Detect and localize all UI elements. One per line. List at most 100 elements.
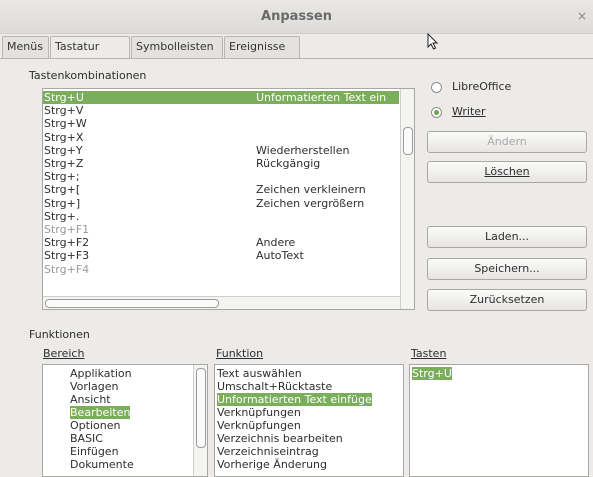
shortcut-row[interactable]: Strg+[ Zeichen verkleinern (43, 183, 399, 196)
shortcut-command: Andere (256, 236, 296, 250)
shortcut-key: Strg+F3 (44, 249, 90, 263)
category-item[interactable]: Vorlagen (70, 380, 118, 393)
delete-button[interactable]: Löschen (427, 161, 587, 183)
function-item[interactable]: Verzeichnis bearbeiten (217, 432, 343, 445)
shortcut-row[interactable]: Strg+U Unformatierten Text ein (43, 91, 399, 104)
category-item-text: Einfügen (70, 445, 119, 458)
shortcut-row[interactable]: Strg+X (43, 131, 399, 144)
shortcut-row[interactable]: Strg+] Zeichen vergrößern (43, 197, 399, 210)
shortcut-key: Strg+. (44, 209, 80, 223)
category-list[interactable]: Applikation Vorlagen Ansicht Bearbeiten Opti… (42, 364, 208, 477)
category-item-text: Bearbeiten (70, 406, 131, 419)
tab-toolbars[interactable]: Symbolleisten (131, 36, 223, 58)
shortcut-key: Strg+Z (44, 157, 84, 170)
shortcut-hscrollbar[interactable] (43, 296, 400, 309)
shortcut-row[interactable]: Strg+. (43, 210, 399, 223)
category-item[interactable]: Dokumente (70, 458, 134, 471)
shortcut-command: AutoText (256, 249, 304, 263)
shortcut-row[interactable]: Strg+F1 (43, 223, 399, 236)
shortcut-key: Strg+X (44, 130, 84, 144)
radio-libreoffice-label[interactable]: LibreOffice (452, 80, 511, 93)
shortcut-key: Strg+] (44, 196, 81, 210)
function-item-text: Verzeichnis bearbeiten (217, 432, 343, 445)
function-item[interactable]: Verknüpfungen (217, 406, 301, 419)
mouse-cursor-icon (427, 33, 439, 50)
reset-button[interactable]: Zurücksetzen (427, 289, 587, 311)
keys-list[interactable]: Strg+U (409, 364, 589, 477)
function-item[interactable]: Unformatierten Text einfüge (217, 393, 372, 406)
tab-keyboard[interactable]: Tastatur (50, 36, 130, 59)
shortcut-command: Zeichen vergrößern (256, 196, 365, 210)
shortcut-row[interactable]: Strg+Y Wiederherstellen (43, 144, 399, 157)
shortcut-key: Strg+W (44, 117, 87, 131)
function-item-text: Verzeichniseintrag (217, 445, 319, 458)
shortcut-row[interactable]: Strg+F4 (43, 263, 399, 276)
shortcut-list[interactable]: Strg+U Unformatierten Text ein Strg+V Strg+… (42, 88, 415, 310)
save-button[interactable]: Speichern... (427, 258, 587, 280)
load-button[interactable]: Laden... (427, 226, 587, 248)
tab-divider (0, 58, 593, 59)
function-label: Funktion (216, 347, 264, 360)
category-item[interactable]: Einfügen (70, 445, 119, 458)
functions-heading: Funktionen (29, 328, 90, 341)
function-item-text: Vorherige Änderung (217, 458, 327, 471)
shortcut-key: Strg+F2 (44, 236, 90, 250)
shortcut-command: Wiederherstellen (256, 143, 350, 157)
shortcuts-heading: Tastenkombinationen (29, 69, 147, 82)
key-item-text: Strg+U (412, 367, 452, 380)
function-item[interactable]: Umschalt+Rücktaste (217, 380, 332, 393)
shortcut-command: Rückgängig (256, 157, 321, 170)
category-item[interactable]: Applikation (70, 367, 132, 380)
shortcut-row[interactable]: Strg+F3 AutoText (43, 249, 399, 262)
category-item-text: Vorlagen (70, 380, 119, 393)
shortcut-row[interactable]: Strg+W (43, 117, 399, 130)
shortcut-scroll-thumb[interactable] (403, 127, 413, 155)
function-item-text: Verknüpfungen (217, 419, 301, 432)
function-item-text: Unformatierten Text einfüge (217, 393, 372, 406)
category-item-text: BASIC (70, 432, 103, 445)
shortcut-list-scrollbar[interactable] (400, 89, 414, 309)
function-item-text: Text auswählen (217, 367, 302, 380)
function-list[interactable]: Text auswählen Umschalt+Rücktaste Unformat… (214, 364, 404, 477)
function-item[interactable]: Vorherige Änderung (217, 458, 327, 471)
shortcut-key: Strg+U (44, 91, 84, 104)
radio-writer[interactable] (431, 107, 442, 118)
modify-button[interactable]: Ändern (427, 131, 587, 153)
shortcut-key: Strg+Y (44, 143, 83, 157)
category-scroll-thumb[interactable] (196, 368, 206, 448)
category-item[interactable]: Ansicht (70, 393, 111, 406)
shortcut-key: Strg+V (44, 104, 84, 118)
category-label: Bereich (43, 347, 85, 360)
category-item[interactable]: BASIC (70, 432, 103, 445)
category-list-scrollbar[interactable] (193, 365, 207, 476)
category-item-text: Applikation (70, 367, 132, 380)
key-item[interactable]: Strg+U (412, 367, 452, 380)
shortcut-row[interactable]: Strg+V (43, 104, 399, 117)
shortcut-hscroll-thumb[interactable] (45, 299, 219, 308)
shortcut-row[interactable]: Strg+F2 Andere (43, 236, 399, 249)
function-item[interactable]: Verknüpfungen (217, 419, 301, 432)
category-item-text: Optionen (70, 419, 121, 432)
category-item[interactable]: Optionen (70, 419, 120, 432)
function-item-text: Verknüpfungen (217, 406, 301, 419)
window-title: Anpassen (261, 9, 332, 24)
function-item[interactable]: Verzeichniseintrag (217, 445, 319, 458)
shortcut-command: Zeichen verkleinern (256, 183, 366, 197)
function-item[interactable]: Text auswählen (217, 367, 302, 380)
shortcut-row[interactable]: Strg+; (43, 170, 399, 183)
category-item[interactable]: Bearbeiten (70, 406, 131, 419)
category-item-text: Ansicht (70, 393, 111, 406)
shortcut-row[interactable]: Strg+Z Rückgängig (43, 157, 399, 170)
shortcut-key: Strg+[ (44, 183, 81, 197)
shortcut-key: Strg+; (44, 170, 80, 184)
tab-events[interactable]: Ereignisse (224, 36, 300, 58)
shortcut-key: Strg+F4 (44, 262, 90, 276)
close-icon[interactable]: × (577, 9, 587, 23)
radio-libreoffice[interactable] (431, 82, 442, 93)
shortcut-command: Unformatierten Text ein (256, 91, 387, 104)
keys-label: Tasten (411, 347, 447, 360)
function-item-text: Umschalt+Rücktaste (217, 380, 333, 393)
tab-menus[interactable]: Menüs (2, 36, 49, 58)
category-item-text: Dokumente (70, 458, 134, 471)
radio-writer-label[interactable]: Writer (452, 105, 486, 118)
